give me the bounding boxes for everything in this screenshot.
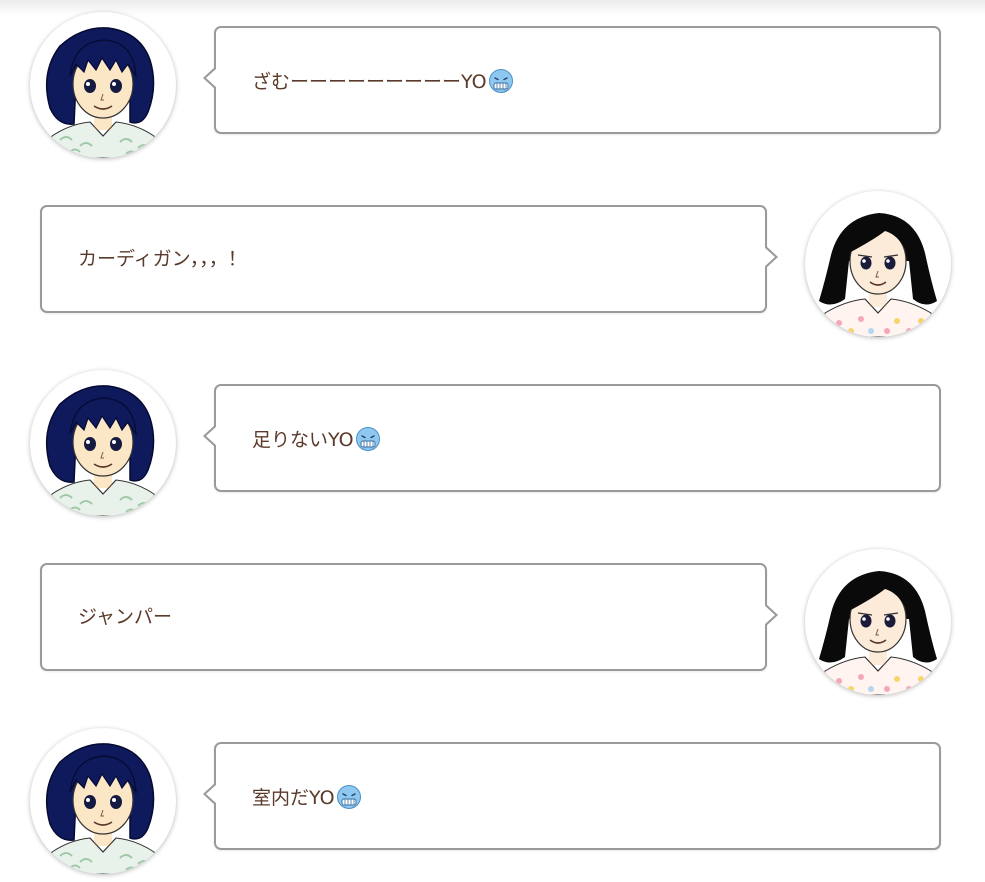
cold-face-emoji-icon: [336, 784, 362, 810]
message-text: 室内だYO: [252, 784, 362, 810]
bubble-tail: [203, 66, 217, 90]
chat-message: カーディガン，，，！: [0, 191, 985, 337]
chat-message: 足りないYO: [0, 370, 985, 516]
speech-bubble: ざむーーーーーーーーーYO: [203, 26, 941, 134]
chat-message: ジャンパー: [0, 549, 985, 695]
woman-black-hair-avatar-icon: [805, 191, 951, 337]
bubble-tail: [764, 245, 778, 269]
cold-face-emoji-icon: [355, 426, 381, 452]
speech-bubble: ジャンパー: [40, 563, 778, 671]
speech-bubble: 足りないYO: [203, 384, 941, 492]
message-text: ジャンパー: [78, 606, 173, 628]
chat-message: 室内だYO: [0, 728, 985, 874]
woman-navy-hair-avatar-icon: [30, 728, 176, 874]
bubble-tail: [764, 603, 778, 627]
message-text: カーディガン，，，！: [78, 248, 247, 270]
woman-black-hair-avatar-icon: [805, 549, 951, 695]
chat-message: ざむーーーーーーーーーYO: [0, 12, 985, 158]
cold-face-emoji-icon: [488, 68, 514, 94]
woman-navy-hair-avatar-icon: [30, 370, 176, 516]
woman-navy-hair-avatar-icon: [30, 12, 176, 158]
speech-bubble: カーディガン，，，！: [40, 205, 778, 313]
message-text: ざむーーーーーーーーーYO: [252, 68, 514, 94]
speech-bubble: 室内だYO: [203, 742, 941, 850]
message-text: 足りないYO: [252, 426, 381, 452]
bubble-tail: [203, 424, 217, 448]
bubble-tail: [203, 782, 217, 806]
